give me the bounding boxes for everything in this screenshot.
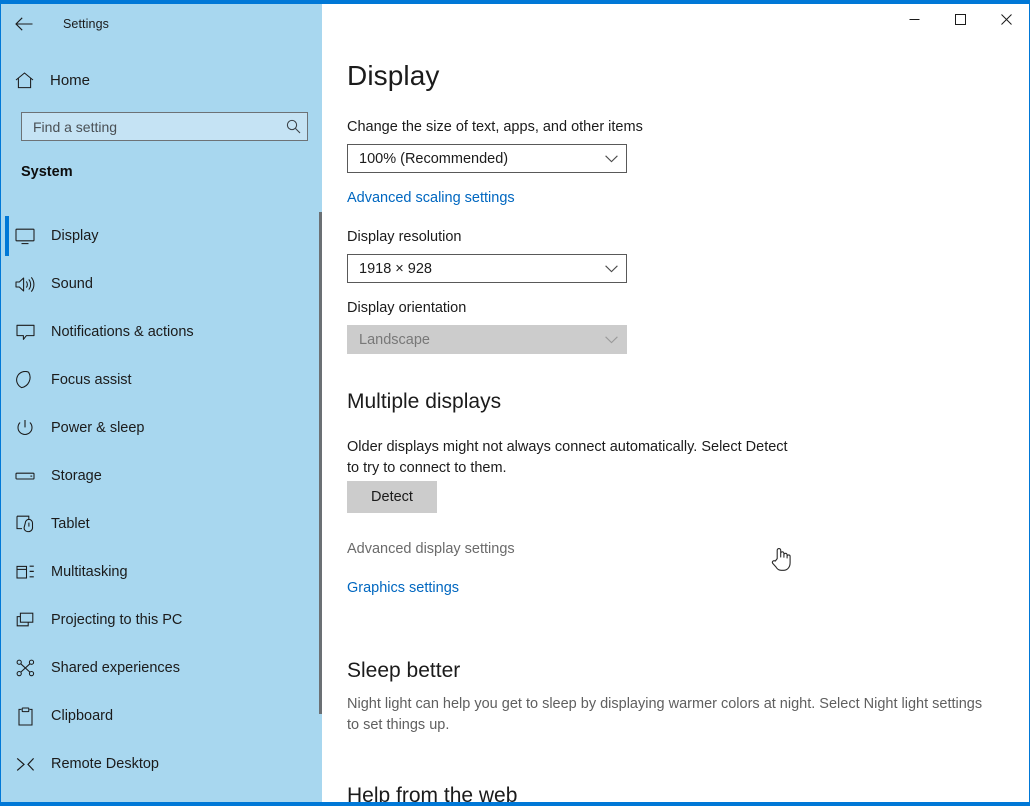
back-arrow-icon [15, 17, 33, 31]
project-screen-icon [1, 612, 49, 629]
chevron-down-icon [596, 154, 626, 163]
power-icon [1, 419, 49, 437]
scale-label: Change the size of text, apps, and other… [347, 119, 643, 135]
window-controls [891, 4, 1029, 34]
minimize-icon [909, 18, 919, 20]
sidebar-item-label: Power & sleep [51, 420, 145, 436]
detect-button[interactable]: Detect [347, 481, 437, 513]
sidebar-item-home-label: Home [50, 71, 91, 89]
orientation-label: Display orientation [347, 300, 467, 316]
multiple-displays-title: Multiple displays [347, 390, 502, 413]
tablet-touch-icon [1, 515, 49, 533]
sidebar-item-shared-experiences[interactable]: Shared experiences [1, 644, 322, 692]
sidebar-item-display[interactable]: Display [1, 212, 322, 260]
sidebar-item-label: Clipboard [51, 708, 114, 724]
resolution-label: Display resolution [347, 229, 462, 245]
sidebar-item-label: Sound [51, 276, 93, 292]
search-icon [279, 119, 307, 134]
scale-dropdown[interactable]: 100% (Recommended) [347, 144, 627, 173]
sidebar-item-projecting-to-this-pc[interactable]: Projecting to this PC [1, 596, 322, 644]
home-icon [1, 71, 47, 89]
sidebar-item-power-sleep[interactable]: Power & sleep [1, 404, 322, 452]
help-from-web-title: Help from the web [347, 784, 518, 802]
search-input[interactable] [22, 118, 279, 135]
close-button[interactable] [983, 4, 1029, 34]
sidebar-nav-list: Display Sound Notifications & actions Focus… [1, 212, 322, 802]
sidebar-item-about[interactable]: About [1, 788, 322, 802]
sidebar-item-label: Tablet [51, 516, 90, 532]
sidebar-item-sound[interactable]: Sound [1, 260, 322, 308]
sidebar-item-label: Shared experiences [51, 660, 180, 676]
clipboard-icon [1, 706, 49, 726]
orientation-dropdown: Landscape [347, 325, 627, 354]
sidebar-item-label: Notifications & actions [51, 324, 194, 340]
mouse-cursor-pointing-hand [771, 546, 793, 572]
sidebar-item-label: Multitasking [51, 564, 128, 580]
sidebar-item-clipboard[interactable]: Clipboard [1, 692, 322, 740]
close-icon [1000, 13, 1012, 25]
minimize-button[interactable] [891, 4, 937, 34]
sidebar-item-remote-desktop[interactable]: Remote Desktop [1, 740, 322, 788]
sidebar-item-notifications-actions[interactable]: Notifications & actions [1, 308, 322, 356]
speaker-icon [1, 276, 49, 293]
sidebar-item-storage[interactable]: Storage [1, 452, 322, 500]
multiple-displays-description: Older displays might not always connect … [347, 439, 788, 476]
advanced-scaling-settings-link[interactable]: Advanced scaling settings [347, 190, 515, 206]
sidebar-item-label: Display [51, 228, 99, 244]
sidebar-item-label: Remote Desktop [51, 756, 159, 772]
chevron-down-icon [596, 335, 626, 344]
resolution-dropdown-value: 1918 × 928 [359, 260, 432, 277]
orientation-dropdown-value: Landscape [359, 331, 430, 348]
drive-icon [1, 470, 49, 482]
sleep-better-description: Night light can help you get to sleep by… [347, 696, 983, 733]
sidebar-item-label: Focus assist [51, 372, 132, 388]
share-nodes-icon [1, 659, 49, 677]
main-content: Display Change the size of text, apps, a… [322, 4, 1029, 802]
sidebar-item-multitasking[interactable]: Multitasking [1, 548, 322, 596]
remote-desktop-icon [1, 757, 49, 772]
maximize-icon [954, 13, 966, 25]
chevron-down-icon [596, 264, 626, 273]
sidebar-item-label: Storage [51, 468, 102, 484]
back-button[interactable] [1, 7, 47, 41]
sidebar-titlebar: Settings [1, 4, 322, 44]
scale-dropdown-value: 100% (Recommended) [359, 150, 509, 167]
resolution-dropdown[interactable]: 1918 × 928 [347, 254, 627, 283]
sidebar-item-label: Projecting to this PC [51, 612, 183, 628]
advanced-display-settings-link[interactable]: Advanced display settings [347, 541, 515, 557]
sidebar: Settings Home System Display Sound Notific… [1, 4, 322, 802]
search-box[interactable] [21, 112, 308, 141]
sleep-better-title: Sleep better [347, 659, 461, 682]
chat-bubble-icon [1, 324, 49, 341]
window-title: Settings [63, 17, 109, 31]
settings-window: Settings Home System Display Sound Notific… [0, 0, 1030, 806]
sidebar-item-tablet[interactable]: Tablet [1, 500, 322, 548]
sidebar-group-header: System [21, 164, 73, 180]
sidebar-item-home[interactable]: Home [1, 64, 322, 96]
maximize-button[interactable] [937, 4, 983, 34]
sidebar-item-focus-assist[interactable]: Focus assist [1, 356, 322, 404]
page-title: Display [347, 60, 440, 91]
multitasking-icon [1, 564, 49, 581]
graphics-settings-link[interactable]: Graphics settings [347, 580, 459, 596]
moon-icon [1, 371, 49, 389]
selected-accent-bar [5, 216, 9, 256]
